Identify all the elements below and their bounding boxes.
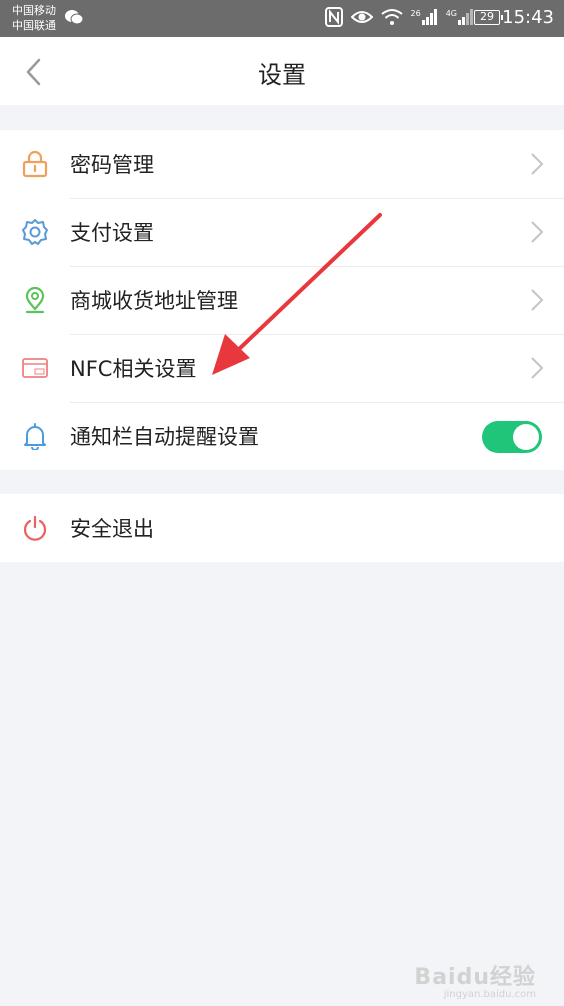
status-icons: 26 4G bbox=[324, 7, 474, 27]
gear-icon bbox=[22, 219, 48, 245]
chevron-right-icon bbox=[531, 357, 544, 379]
logout-button[interactable]: 安全退出 bbox=[0, 494, 564, 562]
wechat-icon bbox=[65, 10, 84, 25]
signal-1: 26 bbox=[411, 9, 438, 25]
signal-1-label: 26 bbox=[410, 9, 421, 18]
logout-section: 安全退出 bbox=[0, 494, 564, 562]
settings-item-notification-reminder: 通知栏自动提醒设置 bbox=[0, 402, 564, 470]
wifi-icon bbox=[380, 9, 403, 25]
page-title: 设置 bbox=[258, 61, 306, 89]
toggle-knob bbox=[513, 424, 539, 450]
settings-item-label: NFC相关设置 bbox=[70, 357, 197, 381]
nfc-status-icon bbox=[324, 7, 343, 27]
settings-item-shipping-address[interactable]: 商城收货地址管理 bbox=[0, 266, 564, 334]
watermark-brand: Baidu经验 bbox=[414, 965, 536, 990]
nfc-card-icon bbox=[22, 358, 48, 378]
signal-2: 4G bbox=[446, 9, 474, 25]
settings-item-password[interactable]: 密码管理 bbox=[0, 130, 564, 198]
settings-item-label: 密码管理 bbox=[70, 153, 154, 177]
settings-item-label: 通知栏自动提醒设置 bbox=[70, 425, 259, 449]
location-pin-icon bbox=[25, 286, 45, 314]
signal-bars-icon bbox=[421, 9, 437, 25]
settings-list: 密码管理 支付设置 商城收货地址管理 NFC相关设置 通知栏自动提醒设置 bbox=[0, 130, 564, 470]
navigation-bar: 设置 bbox=[0, 37, 564, 105]
signal-2-label: 4G bbox=[445, 9, 457, 18]
chevron-right-icon bbox=[531, 221, 544, 243]
logout-label: 安全退出 bbox=[70, 517, 154, 541]
lock-icon bbox=[22, 150, 48, 178]
notification-toggle[interactable] bbox=[482, 421, 542, 453]
bell-icon bbox=[24, 423, 46, 450]
signal-bars-icon bbox=[458, 9, 473, 25]
clock: 15:43 bbox=[502, 7, 554, 28]
settings-item-label: 支付设置 bbox=[70, 221, 154, 245]
chevron-right-icon bbox=[531, 289, 544, 311]
settings-item-nfc[interactable]: NFC相关设置 bbox=[0, 334, 564, 402]
chevron-right-icon bbox=[531, 153, 544, 175]
settings-item-payment[interactable]: 支付设置 bbox=[0, 198, 564, 266]
settings-item-label: 商城收货地址管理 bbox=[70, 289, 238, 313]
carrier-labels: 中国移动 中国联通 bbox=[12, 3, 56, 33]
eye-icon bbox=[350, 11, 373, 23]
battery-indicator: 29 bbox=[474, 10, 503, 25]
carrier-1: 中国移动 bbox=[12, 4, 56, 17]
baidu-watermark: Baidu经验 jingyan.baidu.com bbox=[414, 959, 536, 1000]
power-icon bbox=[23, 515, 47, 541]
carrier-2: 中国联通 bbox=[12, 19, 56, 32]
status-bar: 中国移动 中国联通 26 4G 29 15:43 bbox=[0, 0, 564, 37]
